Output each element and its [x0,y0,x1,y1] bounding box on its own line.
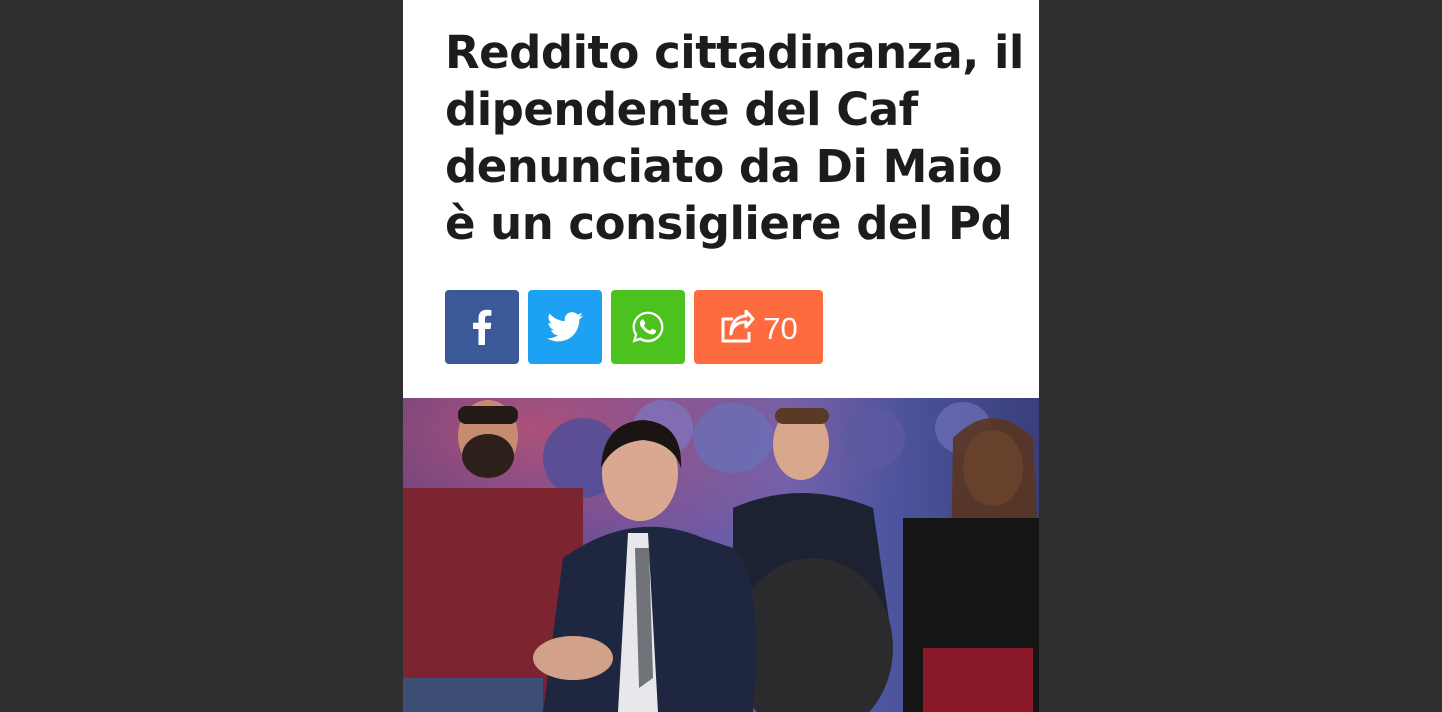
share-icon [721,310,755,343]
share-count: 70 [763,311,798,346]
article-page: Reddito cittadinanza, il dipendente del … [403,0,1039,712]
facebook-icon [473,309,492,345]
article-hero-image [403,398,1039,712]
twitter-share-button[interactable] [528,290,602,364]
facebook-share-button[interactable] [445,290,519,364]
whatsapp-share-button[interactable] [611,290,685,364]
article-headline: Reddito cittadinanza, il dipendente del … [445,26,1024,250]
twitter-icon [547,312,583,342]
whatsapp-icon [632,311,664,343]
share-count-button[interactable]: 70 [694,290,823,364]
share-bar: 70 [445,290,823,364]
